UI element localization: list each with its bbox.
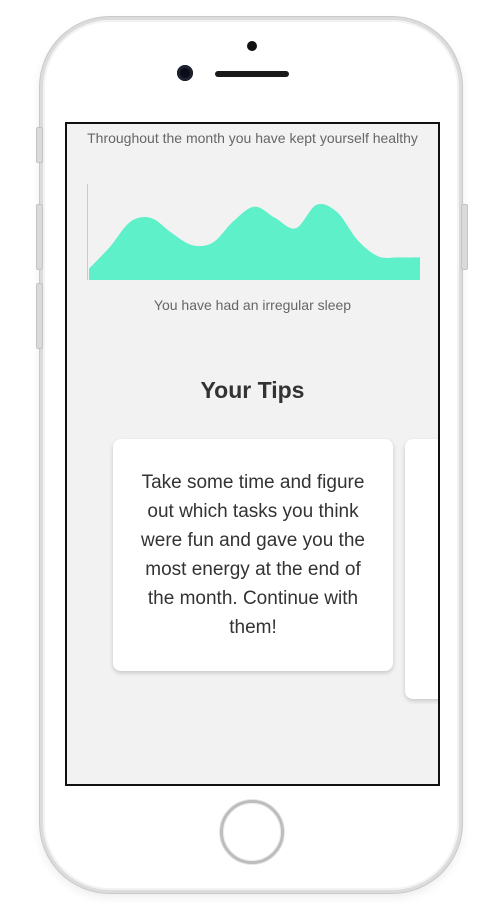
earpiece-speaker [215, 71, 289, 77]
tip-card-text: Take some time and figure out which task… [141, 472, 365, 638]
app-screen: Throughout the month you have kept yours… [65, 122, 440, 786]
home-button[interactable] [220, 800, 284, 864]
tip-card-next-peek[interactable] [405, 439, 438, 699]
month-summary-text: Throughout the month you have kept yours… [87, 130, 418, 146]
device-frame: Throughout the month you have kept yours… [0, 0, 496, 923]
tip-card[interactable]: Take some time and figure out which task… [113, 439, 393, 671]
front-camera [177, 65, 193, 81]
power-button [461, 204, 468, 270]
volume-up-button [36, 204, 43, 270]
sleep-area-chart [87, 184, 420, 280]
tips-heading: Your Tips [200, 377, 305, 403]
proximity-sensor [247, 41, 257, 51]
mute-switch [36, 127, 43, 163]
volume-down-button [36, 283, 43, 349]
sleep-area-series [89, 203, 420, 280]
sleep-summary-text: You have had an irregular sleep [153, 297, 352, 313]
